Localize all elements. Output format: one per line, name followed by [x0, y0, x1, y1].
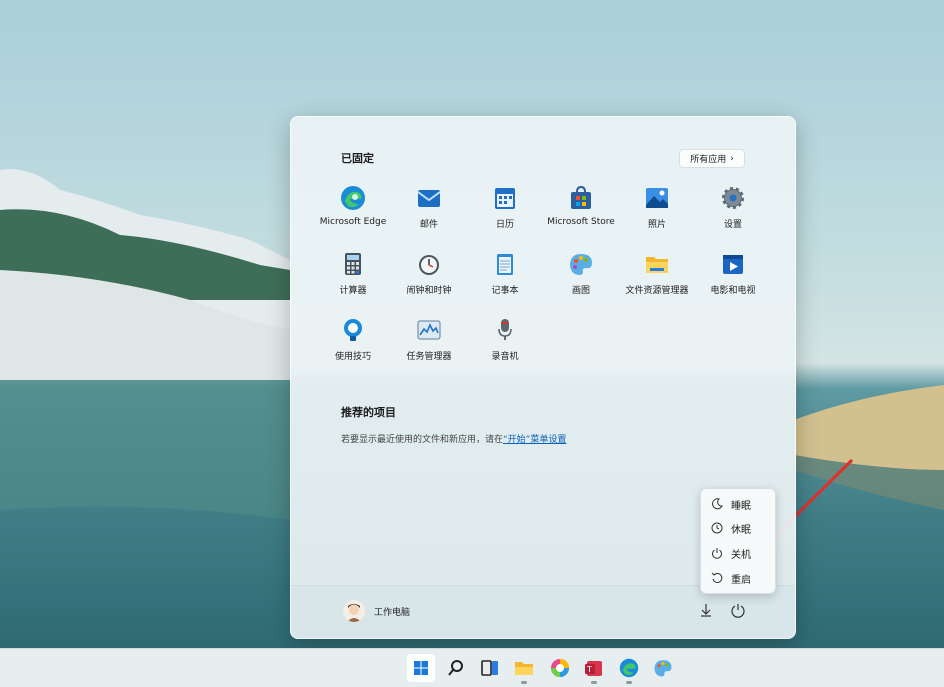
avatar: [343, 600, 365, 622]
power-icon: [712, 548, 722, 559]
app-mail[interactable]: 邮件: [391, 185, 467, 230]
download-icon[interactable]: [698, 602, 714, 618]
all-apps-label: 所有应用: [690, 155, 727, 165]
app-voice-recorder[interactable]: 录音机: [467, 317, 543, 362]
app-movies-tv[interactable]: 电影和电视: [695, 251, 771, 296]
power-options-menu: 睡眠 休眠 关机 重启: [700, 488, 776, 594]
svg-text:T: T: [586, 665, 592, 674]
app-microsoft-edge[interactable]: Microsoft Edge: [315, 185, 391, 227]
folder-icon: [646, 257, 668, 273]
office-icon: T: [585, 661, 602, 676]
menu-item-restart[interactable]: 重启: [701, 567, 775, 589]
running-indicator: [591, 681, 597, 684]
movies-tv-icon: [723, 255, 743, 274]
app-label: 录音机: [491, 352, 519, 362]
app-photos[interactable]: 照片: [619, 185, 695, 230]
search-icon: [448, 660, 463, 676]
app-calendar[interactable]: 日历: [467, 185, 543, 230]
mail-icon: [417, 190, 441, 207]
task-view-icon: [481, 660, 498, 676]
store-icon: [571, 185, 591, 209]
gear-icon: [722, 187, 744, 209]
menu-item-label: 重启: [731, 574, 751, 586]
hibernate-clock-icon: [711, 522, 723, 534]
all-apps-button[interactable]: 所有应用 ›: [679, 149, 745, 168]
user-name: 工作电脑: [374, 607, 411, 618]
app-label: 计算器: [339, 286, 367, 296]
user-account-button[interactable]: 工作电脑: [343, 600, 410, 622]
app-label: 设置: [723, 220, 742, 230]
notepad-icon: [497, 254, 513, 275]
edge-icon: [619, 658, 639, 678]
app-label: 电影和电视: [710, 286, 756, 296]
microphone-icon: [498, 319, 512, 340]
menu-item-label: 关机: [731, 549, 751, 561]
app-microsoft-store[interactable]: Microsoft Store: [543, 185, 619, 227]
app-label: 闹钟和时钟: [406, 286, 452, 296]
app-label: 照片: [647, 220, 666, 230]
taskbar-office-app[interactable]: T: [582, 656, 606, 684]
app-file-explorer[interactable]: 文件资源管理器: [619, 251, 695, 296]
photos-app-icon: [551, 659, 569, 677]
taskbar-edge[interactable]: [617, 656, 641, 684]
app-tips[interactable]: 使用技巧: [315, 317, 391, 362]
file-explorer-icon: [515, 662, 533, 675]
chevron-right-icon: ›: [730, 153, 734, 164]
calendar-icon: [495, 188, 515, 209]
photos-icon: [646, 188, 668, 208]
app-label: 文件资源管理器: [625, 286, 689, 296]
menu-item-label: 睡眠: [731, 500, 751, 512]
start-settings-link[interactable]: “开始”菜单设置: [503, 435, 566, 445]
app-label: 日历: [495, 220, 514, 230]
taskbar-search-button[interactable]: [444, 656, 468, 680]
app-label: 邮件: [419, 220, 438, 230]
paint-icon: [654, 660, 672, 677]
power-icon[interactable]: [730, 602, 746, 618]
sleep-moon-icon: [712, 498, 723, 510]
taskbar-file-explorer[interactable]: [512, 656, 536, 684]
menu-item-shutdown[interactable]: 关机: [701, 542, 775, 564]
app-label: 使用技巧: [334, 352, 371, 362]
calculator-icon: [345, 253, 361, 275]
app-paint[interactable]: 画图: [543, 251, 619, 296]
recommended-hint-text: 若要显示最近使用的文件和新应用，请在: [341, 435, 504, 445]
app-calculator[interactable]: 计算器: [315, 251, 391, 296]
tips-bulb-icon: [344, 319, 362, 341]
menu-item-label: 休眠: [731, 524, 751, 536]
app-notepad[interactable]: 记事本: [467, 251, 543, 296]
task-manager-icon: [417, 320, 441, 340]
menu-item-hibernate[interactable]: 休眠: [701, 517, 775, 539]
app-label: Microsoft Store: [547, 217, 615, 227]
app-task-manager[interactable]: 任务管理器: [391, 317, 467, 362]
start-icon: [414, 661, 428, 675]
edge-icon: [341, 186, 365, 210]
user-avatar-icon: [343, 600, 365, 622]
menu-item-sleep[interactable]: 睡眠: [701, 493, 775, 515]
app-label: Microsoft Edge: [319, 217, 387, 227]
app-label: 画图: [571, 286, 590, 296]
taskbar-paint[interactable]: [651, 656, 675, 680]
taskbar-photos-app[interactable]: [548, 656, 572, 680]
alarm-clock-icon: [419, 255, 439, 275]
taskbar-start-button[interactable]: [407, 654, 435, 682]
app-label: 记事本: [491, 286, 519, 296]
running-indicator: [626, 681, 632, 684]
restart-icon: [711, 572, 723, 583]
running-indicator: [521, 681, 527, 684]
paint-icon: [570, 254, 592, 275]
app-alarms-clock[interactable]: 闹钟和时钟: [391, 251, 467, 296]
recommended-hint: 若要显示最近使用的文件和新应用，请在“开始”菜单设置: [341, 432, 566, 445]
app-settings[interactable]: 设置: [695, 185, 771, 230]
taskbar: T: [0, 648, 944, 687]
recommended-section-title: 推荐的项目: [341, 406, 396, 419]
pinned-section-title: 已固定: [341, 152, 374, 165]
taskbar-task-view-button[interactable]: [478, 656, 502, 680]
app-label: 任务管理器: [406, 352, 452, 362]
